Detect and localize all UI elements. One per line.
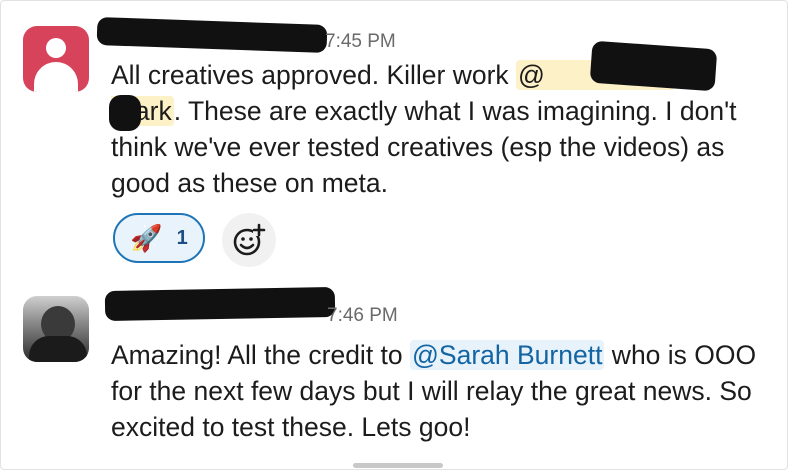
redacted-sender-name-2	[104, 286, 336, 322]
avatar-head-shape	[46, 38, 66, 58]
add-reaction-icon	[233, 223, 266, 256]
redacted-mention-2	[109, 95, 141, 131]
redacted-mention-1	[589, 40, 718, 92]
avatar-photo-body	[29, 336, 87, 362]
message-text-1a: All creatives approved. Killer work	[111, 60, 517, 90]
message-text-1b: . These are exactly what I was imagining…	[111, 96, 737, 198]
mention-prefix: @	[518, 60, 545, 90]
user-avatar-2[interactable]	[23, 296, 89, 362]
redacted-sender-name-1	[96, 16, 328, 54]
add-reaction-button[interactable]	[222, 213, 276, 267]
user-mention-sarah[interactable]: @Sarah Burnett	[410, 340, 605, 370]
message-timestamp-1[interactable]: 7:45 PM	[325, 31, 396, 53]
user-avatar-1[interactable]	[23, 26, 89, 92]
message-pane: 7:45 PM All creatives approved. Killer w…	[0, 0, 788, 470]
reaction-rocket[interactable]: 🚀 1	[113, 213, 205, 263]
message-body-2: Amazing! All the credit to @Sarah Burnet…	[111, 337, 781, 445]
reaction-count: 1	[176, 226, 188, 249]
avatar-body-shape	[34, 62, 78, 92]
message-timestamp-2[interactable]: 7:46 PM	[327, 305, 398, 327]
rocket-icon: 🚀	[130, 223, 163, 253]
message-text-2a: Amazing! All the credit to	[111, 340, 411, 370]
scroll-handle[interactable]	[353, 463, 443, 468]
